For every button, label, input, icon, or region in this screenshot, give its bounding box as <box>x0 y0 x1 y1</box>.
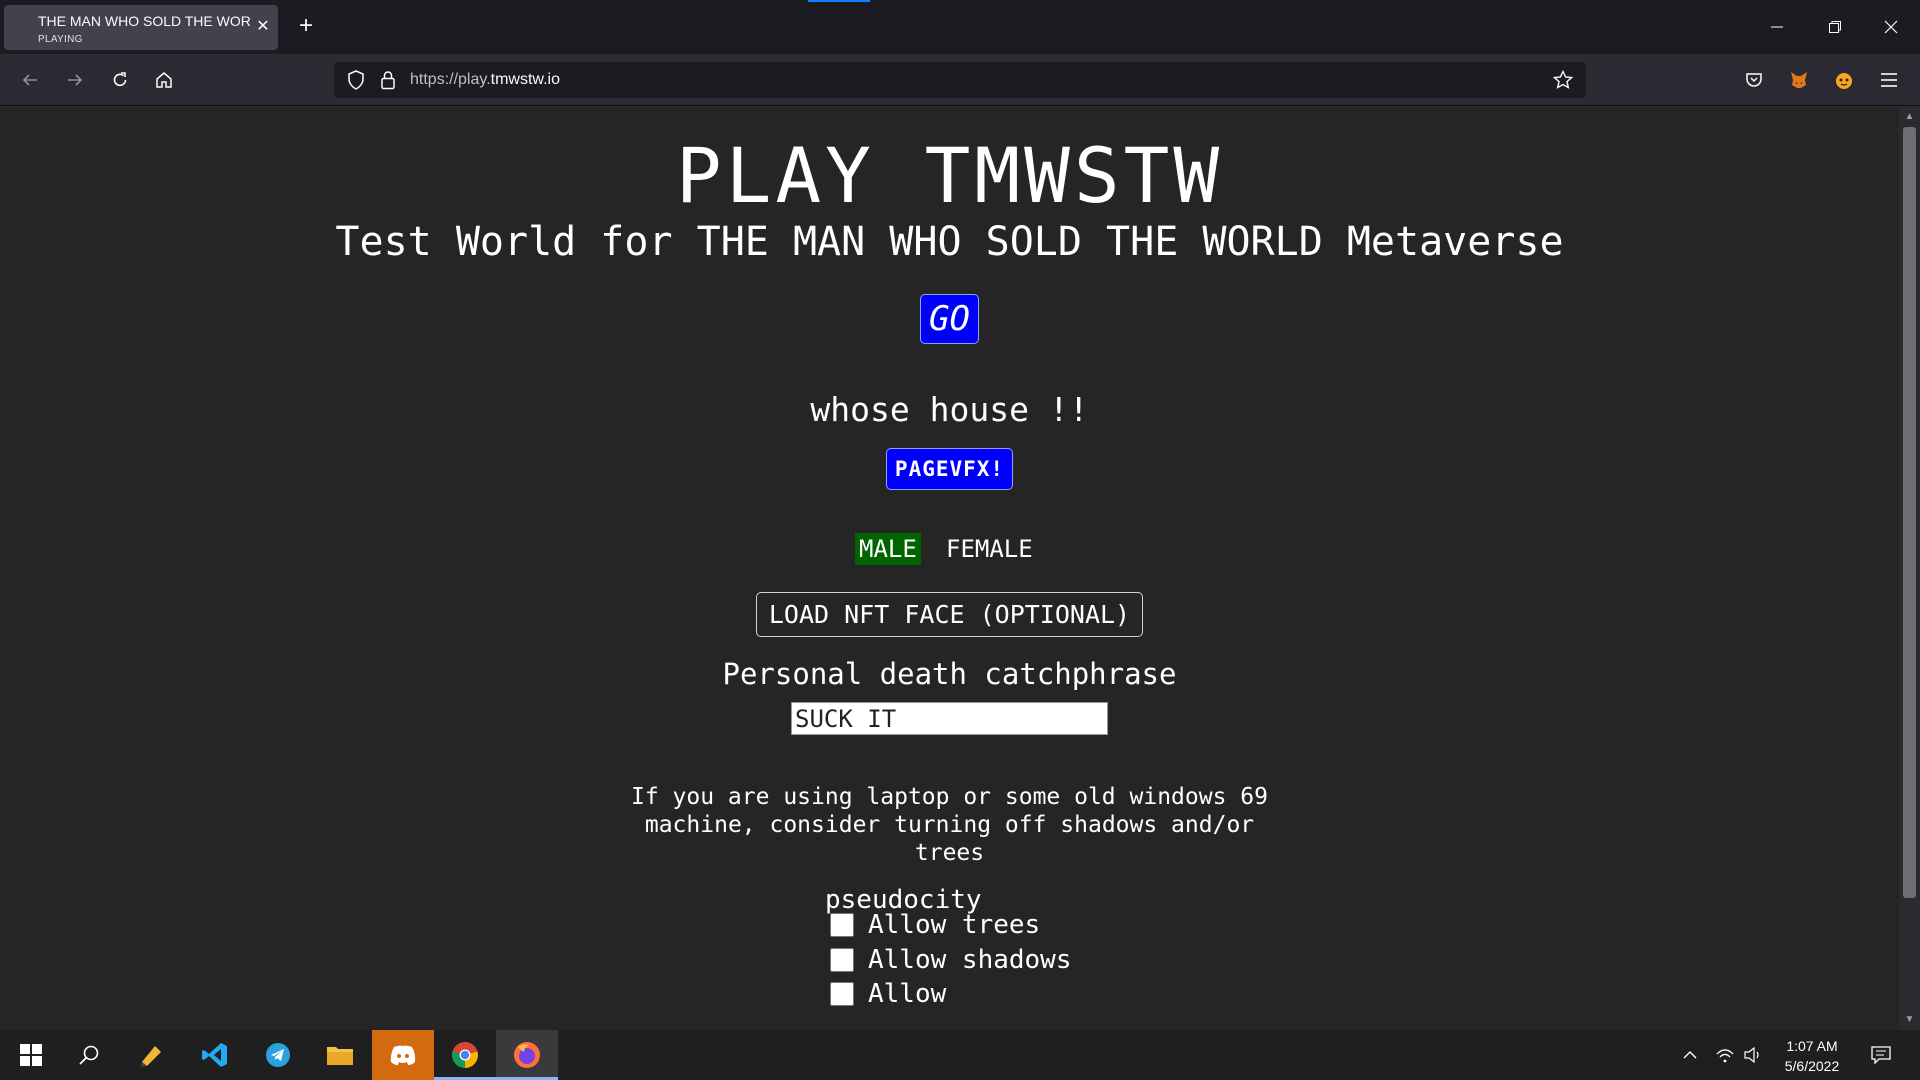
url-text[interactable]: https://play.tmwstw.io <box>410 71 560 89</box>
allow-pseudocity-label: Allow <box>868 979 947 1009</box>
page-scrollbar[interactable]: ▲ ▼ <box>1899 107 1920 1030</box>
close-icon <box>1884 20 1898 34</box>
browser-tab[interactable]: THE MAN WHO SOLD THE WORLD PLAYING ✕ <box>4 5 278 50</box>
hamburger-icon <box>1881 73 1897 87</box>
pocket-button[interactable] <box>1738 64 1770 96</box>
vscode-icon <box>202 1043 227 1067</box>
creature-icon <box>1836 73 1852 89</box>
tab-strip: THE MAN WHO SOLD THE WORLD PLAYING ✕ + <box>0 0 1920 54</box>
menu-button[interactable] <box>1873 64 1905 96</box>
taskbar-app-vscode[interactable] <box>184 1030 246 1080</box>
wifi-icon <box>1716 1049 1734 1063</box>
metamask-extension-button[interactable] <box>1783 64 1815 96</box>
gender-male-option[interactable]: MALE <box>855 533 921 565</box>
pen-tool-icon <box>141 1046 161 1067</box>
extension-button[interactable] <box>1828 64 1860 96</box>
windows-icon <box>20 1044 42 1066</box>
scroll-up-icon[interactable]: ▲ <box>1903 110 1916 123</box>
scroll-thumb[interactable] <box>1903 127 1916 898</box>
close-tab-icon[interactable]: ✕ <box>254 18 272 36</box>
taskbar-app-discord[interactable] <box>372 1030 434 1080</box>
speaker-icon <box>1744 1047 1759 1063</box>
page-subtitle: Test World for THE MAN WHO SOLD THE WORL… <box>335 219 1564 265</box>
tab-title: THE MAN WHO SOLD THE WORLD <box>38 13 250 29</box>
arrow-left-icon <box>22 74 37 86</box>
tracking-protection-button[interactable] <box>340 64 372 96</box>
folder-icon <box>327 1047 353 1065</box>
allow-trees-checkbox[interactable] <box>830 913 854 937</box>
start-button[interactable] <box>0 1030 62 1080</box>
arrow-right-icon <box>68 74 83 86</box>
home-button[interactable] <box>148 64 180 96</box>
page-content: PLAY TMWSTW Test World for THE MAN WHO S… <box>0 107 1899 1030</box>
star-icon <box>1553 70 1573 89</box>
pseudocity-label-wrap: pseudocity <box>825 885 982 915</box>
minimize-button[interactable] <box>1757 8 1797 46</box>
minimize-icon <box>1771 26 1783 28</box>
allow-pseudocity-option[interactable]: Allow <box>830 979 946 1009</box>
performance-warning: If you are using laptop or some old wind… <box>631 784 1268 866</box>
clock-date: 5/6/2022 <box>1784 1058 1840 1074</box>
navigation-toolbar: https://play.tmwstw.io <box>0 54 1920 106</box>
whose-house-text: whose house !! <box>810 390 1089 429</box>
telegram-icon <box>266 1043 290 1067</box>
search-button[interactable] <box>58 1030 120 1080</box>
pocket-icon <box>1746 73 1762 87</box>
pagevfx-button[interactable]: PAGEVFX! <box>886 448 1013 490</box>
notifications-button[interactable] <box>1861 1030 1901 1080</box>
url-prefix: https://play. <box>410 71 491 88</box>
restore-button[interactable] <box>1815 8 1855 46</box>
chevron-up-icon <box>1683 1051 1697 1059</box>
restore-icon <box>1829 21 1841 33</box>
search-icon <box>79 1045 99 1065</box>
allow-shadows-label: Allow shadows <box>868 945 1072 975</box>
tab-status: PLAYING <box>38 34 83 45</box>
catchphrase-label: Personal death catchphrase <box>722 657 1177 691</box>
chrome-icon <box>452 1042 478 1068</box>
allow-shadows-option[interactable]: Allow shadows <box>830 945 1072 975</box>
taskbar-app-telegram[interactable] <box>247 1030 309 1080</box>
reload-icon <box>113 72 127 87</box>
taskbar-app-firefox[interactable] <box>496 1030 558 1080</box>
forward-button[interactable] <box>59 64 91 96</box>
bookmark-button[interactable] <box>1547 64 1579 96</box>
page-title: PLAY TMWSTW <box>675 131 1224 220</box>
allow-shadows-checkbox[interactable] <box>830 948 854 972</box>
allow-pseudocity-checkbox[interactable] <box>830 982 854 1006</box>
address-bar[interactable]: https://play.tmwstw.io <box>334 62 1586 98</box>
show-hidden-icons-button[interactable] <box>1672 1030 1708 1080</box>
lock-icon <box>381 71 395 90</box>
system-clock[interactable]: 1:07 AM 5/6/2022 <box>1764 1036 1860 1076</box>
go-button[interactable]: GO <box>920 294 979 344</box>
clock-time: 1:07 AM <box>1786 1038 1838 1054</box>
gender-female-option[interactable]: FEMALE <box>942 533 1037 565</box>
catchphrase-input[interactable] <box>791 702 1108 735</box>
site-security-button[interactable] <box>372 64 404 96</box>
windows-taskbar: 1:07 AM 5/6/2022 <box>0 1030 1920 1080</box>
url-domain: tmwstw.io <box>490 71 560 88</box>
load-nft-face-button[interactable]: LOAD NFT FACE (OPTIONAL) <box>756 592 1143 637</box>
close-window-button[interactable] <box>1871 8 1911 46</box>
show-desktop-button[interactable] <box>1905 1030 1920 1080</box>
new-tab-button[interactable]: + <box>292 12 320 40</box>
taskbar-app-chrome[interactable] <box>434 1030 496 1080</box>
discord-icon <box>390 1045 416 1065</box>
home-icon <box>156 72 172 88</box>
shield-icon <box>348 70 364 90</box>
taskbar-app-pen[interactable] <box>121 1030 183 1080</box>
firefox-icon <box>514 1042 540 1068</box>
taskbar-app-file-explorer[interactable] <box>309 1030 371 1080</box>
fox-icon <box>1791 72 1807 88</box>
notification-icon <box>1871 1046 1891 1064</box>
reload-button[interactable] <box>104 64 136 96</box>
back-button[interactable] <box>14 64 46 96</box>
tab-drag-indicator <box>808 0 870 2</box>
scroll-down-icon[interactable]: ▼ <box>1903 1013 1916 1026</box>
